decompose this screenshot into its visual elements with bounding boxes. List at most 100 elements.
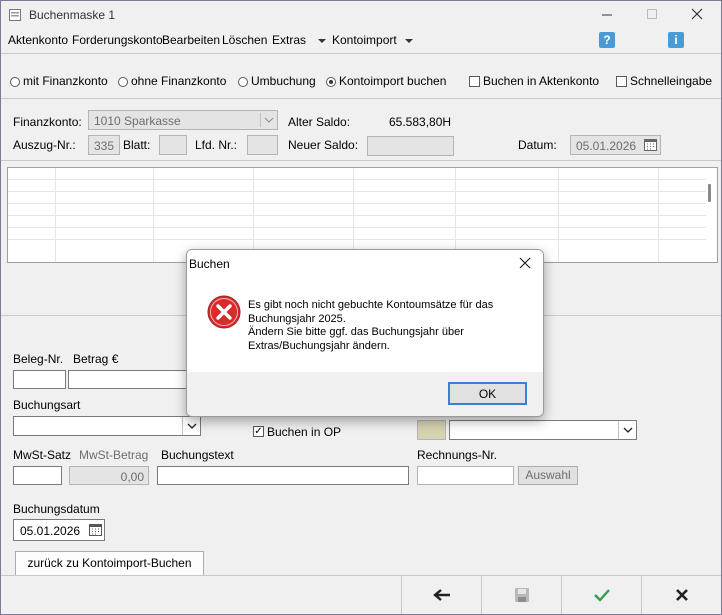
checkmark-icon: [593, 589, 610, 602]
neuer-saldo-label: Neuer Saldo:: [288, 138, 359, 152]
checkbox-label: Buchen in Aktenkonto: [483, 74, 600, 88]
close-icon: [691, 8, 703, 20]
datum-label: Datum:: [518, 138, 557, 152]
rechnungs-nr-label: Rechnungs-Nr.: [417, 448, 498, 462]
datum-value: 05.01.2026: [576, 139, 637, 153]
error-icon: [207, 295, 241, 329]
close-icon: [519, 257, 531, 269]
maximize-button[interactable]: [642, 4, 662, 24]
chevron-down-icon: [623, 427, 633, 433]
divider: [1, 98, 721, 99]
alter-saldo-label: Alter Saldo:: [288, 115, 351, 129]
message-line: Buchungsjahr 2025.: [248, 312, 346, 325]
radio-label: Kontoimport buchen: [339, 74, 447, 88]
alter-saldo-value: 65.583,80H: [389, 115, 452, 129]
menu-bar: Aktenkonto Forderungskonto Bearbeiten Lö…: [1, 29, 721, 54]
mode-row: mit Finanzkonto ohne Finanzkonto Umbuchu…: [1, 63, 721, 91]
zurueck-kontoimport-button[interactable]: zurück zu Kontoimport-Buchen: [15, 551, 204, 576]
ok-button[interactable]: OK: [448, 382, 527, 405]
info-icon[interactable]: i: [668, 32, 684, 48]
cancel-button[interactable]: [641, 576, 721, 614]
close-icon: [675, 589, 688, 601]
divider: [618, 421, 619, 439]
radio-label: mit Finanzkonto: [23, 74, 108, 88]
blatt-label: Blatt:: [123, 138, 151, 152]
calendar-icon[interactable]: [89, 524, 102, 536]
chevron-down-icon: [318, 39, 326, 43]
color-swatch: [417, 420, 446, 440]
divider: [1, 160, 721, 161]
buchungstext-input[interactable]: [157, 466, 409, 485]
datum-input[interactable]: 05.01.2026: [570, 135, 661, 155]
menu-loeschen[interactable]: Löschen: [222, 33, 267, 47]
buchungsdatum-label: Buchungsdatum: [13, 502, 100, 516]
divider: [260, 113, 261, 127]
radio-umbuchung[interactable]: [238, 77, 248, 87]
dialog-title-bar: Buchen: [187, 250, 543, 276]
chevron-down-icon: [264, 117, 274, 123]
buchungsart-label: Buchungsart: [13, 398, 81, 412]
menu-forderungskonto[interactable]: Forderungskonto: [72, 33, 163, 47]
auswahl-button[interactable]: Auswahl: [518, 466, 578, 485]
checkbox-buchen-in-op[interactable]: ✓: [253, 426, 264, 437]
save-icon: [514, 588, 529, 602]
maximize-icon: [647, 9, 657, 19]
app-icon: [9, 9, 21, 21]
checkbox-label: Schnelleingabe: [630, 74, 713, 88]
window-title: Buchenmaske 1: [29, 8, 116, 22]
blatt-input[interactable]: [159, 135, 187, 155]
mwst-satz-input[interactable]: [13, 466, 62, 485]
dialog-title: Buchen: [189, 257, 230, 271]
lfd-nr-input[interactable]: [247, 135, 278, 155]
arrow-left-icon: [432, 589, 450, 601]
table-scrollbar[interactable]: [708, 184, 711, 202]
mwst-betrag-value: 0,00: [120, 470, 144, 484]
buchungstext-label: Buchungstext: [161, 448, 234, 462]
betrag-input[interactable]: [68, 370, 191, 389]
dialog-close-button[interactable]: [517, 255, 533, 271]
confirm-button[interactable]: [561, 576, 641, 614]
menu-extras[interactable]: Extras: [272, 33, 306, 47]
close-button[interactable]: [687, 4, 707, 24]
back-button[interactable]: [401, 576, 481, 614]
radio-label: Umbuchung: [251, 74, 316, 88]
finanzkonto-select[interactable]: 1010 Sparkasse: [88, 110, 278, 130]
message-line: Es gibt noch nicht gebuchte Kontoumsätze…: [248, 299, 494, 311]
finanzkonto-value: 1010 Sparkasse: [94, 114, 181, 128]
buchungsdatum-value: 05.01.2026: [20, 524, 81, 538]
error-dialog: Buchen Es gibt noch nicht gebuchte Konto…: [186, 249, 544, 417]
dialog-message: Es gibt noch nicht gebuchte Kontoumsätze…: [248, 299, 493, 353]
radio-label: ohne Finanzkonto: [131, 74, 227, 88]
finanzkonto-label: Finanzkonto:: [13, 115, 82, 129]
auszug-label: Auszug-Nr.:: [13, 138, 76, 152]
buchungsart-select[interactable]: [13, 416, 201, 436]
minimize-button[interactable]: [597, 4, 617, 24]
menu-aktenkonto[interactable]: Aktenkonto: [8, 33, 68, 47]
buchen-in-op-label: Buchen in OP: [267, 425, 342, 439]
minimize-icon: [602, 14, 612, 16]
calendar-icon[interactable]: [644, 139, 657, 151]
chevron-down-icon: [187, 423, 197, 429]
title-bar: Buchenmaske 1: [1, 1, 721, 29]
mwst-satz-label: MwSt-Satz: [13, 448, 72, 462]
buchungsdatum-input[interactable]: 05.01.2026: [13, 519, 105, 541]
message-line: Extras/Buchungsjahr ändern.: [248, 339, 390, 352]
menu-kontoimport[interactable]: Kontoimport: [332, 33, 397, 47]
mwst-betrag-field: 0,00: [69, 466, 149, 485]
chevron-down-icon[interactable]: [405, 39, 413, 43]
auszug-input[interactable]: 335: [88, 135, 120, 155]
rechnung-select[interactable]: [449, 420, 637, 440]
auszug-value: 335: [94, 139, 115, 153]
message-line: Ändern Sie bitte ggf. das Buchungsjahr ü…: [248, 326, 464, 338]
radio-ohne-finanzkonto[interactable]: [118, 77, 128, 87]
radio-mit-finanzkonto[interactable]: [10, 77, 20, 87]
menu-bearbeiten[interactable]: Bearbeiten: [162, 33, 220, 47]
checkbox-buchen-aktenkonto[interactable]: [469, 76, 480, 87]
radio-kontoimport-buchen[interactable]: [326, 77, 336, 87]
beleg-nr-input[interactable]: [13, 370, 66, 389]
divider: [182, 417, 183, 435]
checkbox-schnelleingabe[interactable]: [616, 76, 627, 87]
rechnungs-nr-input[interactable]: [417, 466, 514, 485]
help-icon[interactable]: ?: [599, 32, 615, 48]
save-button[interactable]: [481, 576, 561, 614]
